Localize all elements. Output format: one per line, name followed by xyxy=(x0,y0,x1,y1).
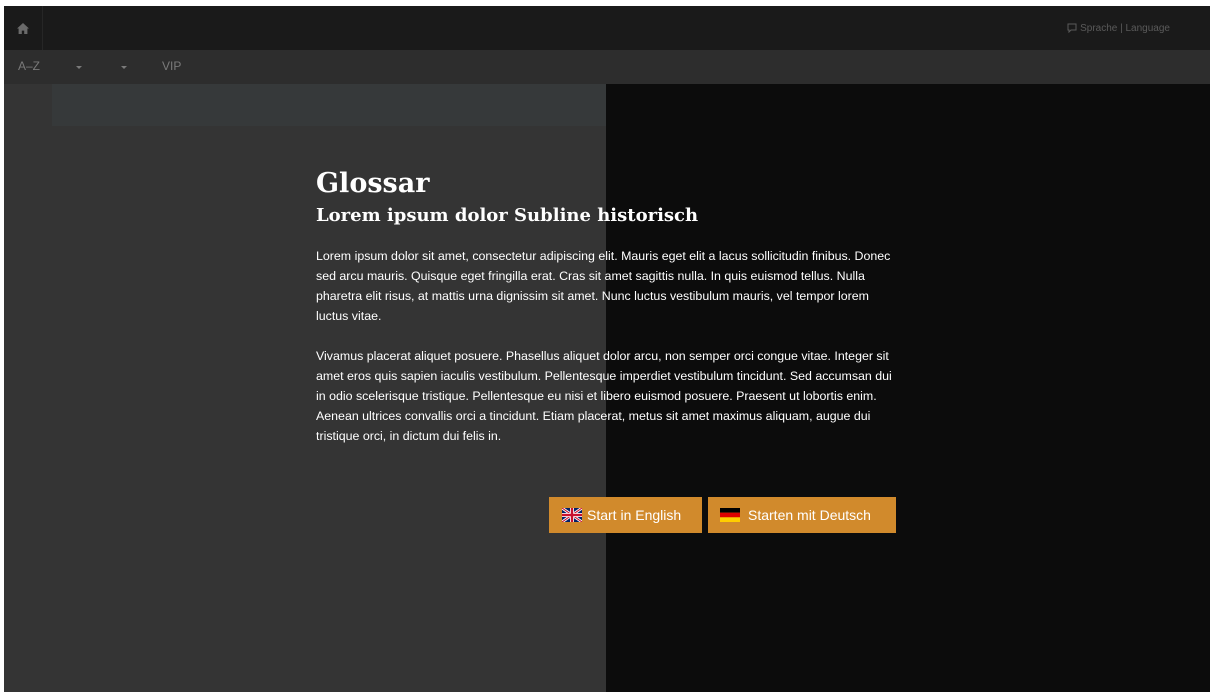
nav-item-a-z[interactable]: A–Z xyxy=(18,59,40,73)
german-flag-icon xyxy=(720,508,740,522)
caret-down-icon[interactable] xyxy=(121,66,127,69)
start-english-label: Start in English xyxy=(587,507,682,523)
uk-flag-icon xyxy=(562,508,582,522)
intro-paragraph: Lorem ipsum dolor sit amet, consectetur … xyxy=(316,249,891,323)
category-bar: A–Z VIP xyxy=(4,50,1210,84)
intro-paragraph: Vivamus placerat aliquet posuere. Phasel… xyxy=(316,349,892,443)
language-link[interactable]: Sprache | Language xyxy=(1067,20,1170,36)
top-bar: Sprache | Language xyxy=(4,6,1210,50)
page-title: Glossar xyxy=(316,168,430,199)
start-german-label: Starten mit Deutsch xyxy=(748,507,871,523)
home-icon xyxy=(17,22,29,34)
start-german-button[interactable]: Starten mit Deutsch xyxy=(708,497,896,533)
speech-bubble-icon xyxy=(1067,23,1077,33)
caret-down-icon[interactable] xyxy=(76,66,82,69)
start-english-button[interactable]: Start in English xyxy=(549,497,702,533)
home-button[interactable] xyxy=(4,6,43,50)
language-link-label: Sprache | Language xyxy=(1080,22,1170,34)
nav-item-vip[interactable]: VIP xyxy=(162,59,181,73)
panel-header-strip xyxy=(52,84,606,126)
app-frame: Sprache | Language A–Z VIP Glossar Lorem… xyxy=(4,6,1210,692)
page-subtitle: Lorem ipsum dolor Subline historisch xyxy=(316,205,699,226)
intro-content: Glossar Lorem ipsum dolor Subline histor… xyxy=(316,168,896,446)
